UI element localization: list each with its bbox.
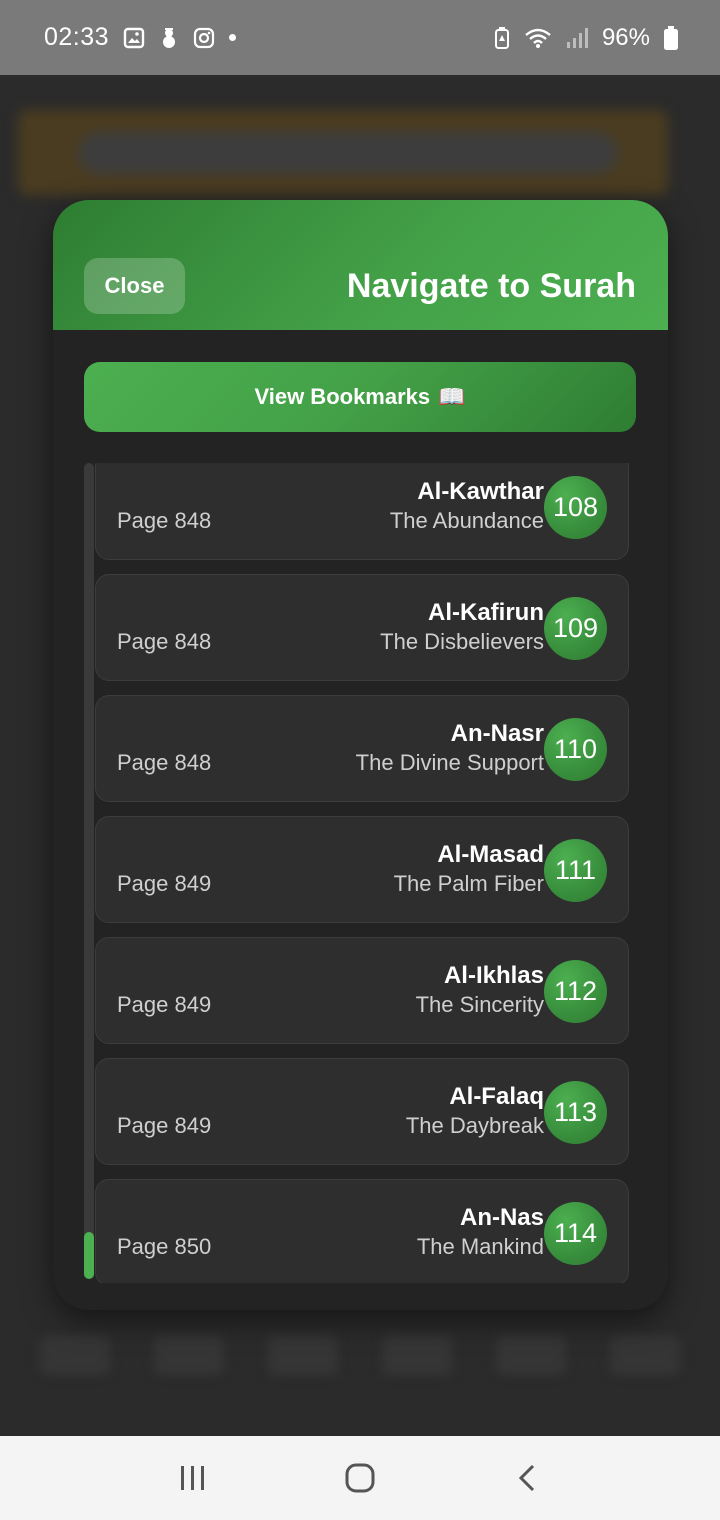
signal-icon [566, 27, 588, 49]
surah-number-badge: 109 [544, 597, 607, 660]
background-toolbar-item [610, 1335, 680, 1375]
surah-number-badge: 113 [544, 1081, 607, 1144]
surah-number-badge: 111 [544, 839, 607, 902]
surah-meaning: The Disbelievers [380, 629, 544, 654]
surah-meaning: The Sincerity [415, 992, 544, 1017]
surah-name: Al-Kawthar [417, 478, 544, 505]
scrollbar-thumb[interactable] [84, 1232, 94, 1279]
background-toolbar-item [268, 1335, 338, 1375]
surah-page: Page 848 [117, 508, 212, 533]
back-icon[interactable] [497, 1448, 557, 1508]
background-toolbar-item [382, 1335, 452, 1375]
battery-saver-icon [494, 26, 510, 50]
surah-meaning: The Mankind [416, 1234, 544, 1259]
surah-navigation-modal: Close Navigate to Surah View Bookmarks 📖… [53, 200, 668, 1310]
surah-page: Page 849 [117, 992, 212, 1017]
surah-number-badge: 112 [544, 960, 607, 1023]
surah-page: Page 849 [117, 871, 212, 896]
background-search [78, 132, 618, 174]
surah-list: Page 848 Al-Kawthar The Abundance 108 Pa… [95, 463, 629, 1283]
surah-item-112[interactable]: Page 849 Al-Ikhlas The Sincerity 112 [95, 937, 629, 1044]
surah-page: Page 848 [117, 750, 212, 775]
surah-number-badge: 114 [544, 1202, 607, 1265]
surah-number-badge: 110 [544, 718, 607, 781]
surah-item-110[interactable]: Page 848 An-Nasr The Divine Support 110 [95, 695, 629, 802]
background-toolbar-item [496, 1335, 566, 1375]
background-toolbar-item [154, 1335, 224, 1375]
wifi-icon [524, 27, 552, 49]
status-right: 96% [494, 24, 678, 52]
status-left: 02:33 [44, 23, 237, 52]
dot-icon [229, 34, 237, 41]
surah-meaning: The Palm Fiber [393, 871, 544, 896]
surah-number-badge: 108 [544, 476, 607, 539]
surah-item-113[interactable]: Page 849 Al-Falaq The Daybreak 113 [95, 1058, 629, 1165]
gallery-icon [123, 27, 145, 49]
surah-item-114[interactable]: Page 850 An-Nas The Mankind 114 [95, 1179, 629, 1283]
view-bookmarks-label: View Bookmarks [254, 384, 431, 409]
surah-name: Al-Kafirun [428, 599, 544, 626]
surah-meaning: The Divine Support [355, 750, 544, 775]
surah-item-109[interactable]: Page 848 Al-Kafirun The Disbelievers 109 [95, 574, 629, 681]
status-time: 02:33 [44, 23, 110, 51]
navigation-bar [0, 1436, 720, 1520]
surah-name: An-Nasr [450, 720, 544, 747]
status-bar: 02:33 96% [0, 0, 720, 75]
surah-name: Al-Ikhlas [443, 962, 544, 989]
surah-page: Page 850 [117, 1234, 212, 1259]
modal-title: Navigate to Surah [346, 266, 636, 305]
close-button[interactable]: Close [84, 258, 185, 314]
battery-icon [664, 25, 678, 50]
background-toolbar-item [40, 1335, 110, 1375]
background-toolbar [40, 1335, 680, 1415]
instagram-icon [193, 27, 215, 49]
surah-name: Al-Masad [437, 841, 544, 868]
surah-item-108[interactable]: Page 848 Al-Kawthar The Abundance 108 [95, 463, 629, 560]
surah-meaning: The Abundance [389, 508, 544, 533]
surah-list-area[interactable]: Page 848 Al-Kawthar The Abundance 108 Pa… [84, 463, 636, 1283]
book-icon: 📖 [438, 384, 466, 409]
scrollbar-track[interactable] [84, 463, 94, 1279]
surah-page: Page 848 [117, 629, 212, 654]
surah-item-111[interactable]: Page 849 Al-Masad The Palm Fiber 111 [95, 816, 629, 923]
surah-page: Page 849 [117, 1113, 212, 1138]
view-bookmarks-button[interactable]: View Bookmarks 📖 [84, 362, 636, 432]
background-header [18, 110, 668, 195]
surah-meaning: The Daybreak [405, 1113, 544, 1138]
battery-percent: 96% [601, 23, 650, 51]
surah-name: Al-Falaq [449, 1083, 544, 1110]
surah-name: An-Nas [459, 1204, 544, 1231]
snowman-icon [159, 27, 179, 49]
home-icon[interactable] [330, 1448, 390, 1508]
recent-apps-icon[interactable] [163, 1448, 223, 1508]
modal-header: Close Navigate to Surah [53, 200, 668, 330]
